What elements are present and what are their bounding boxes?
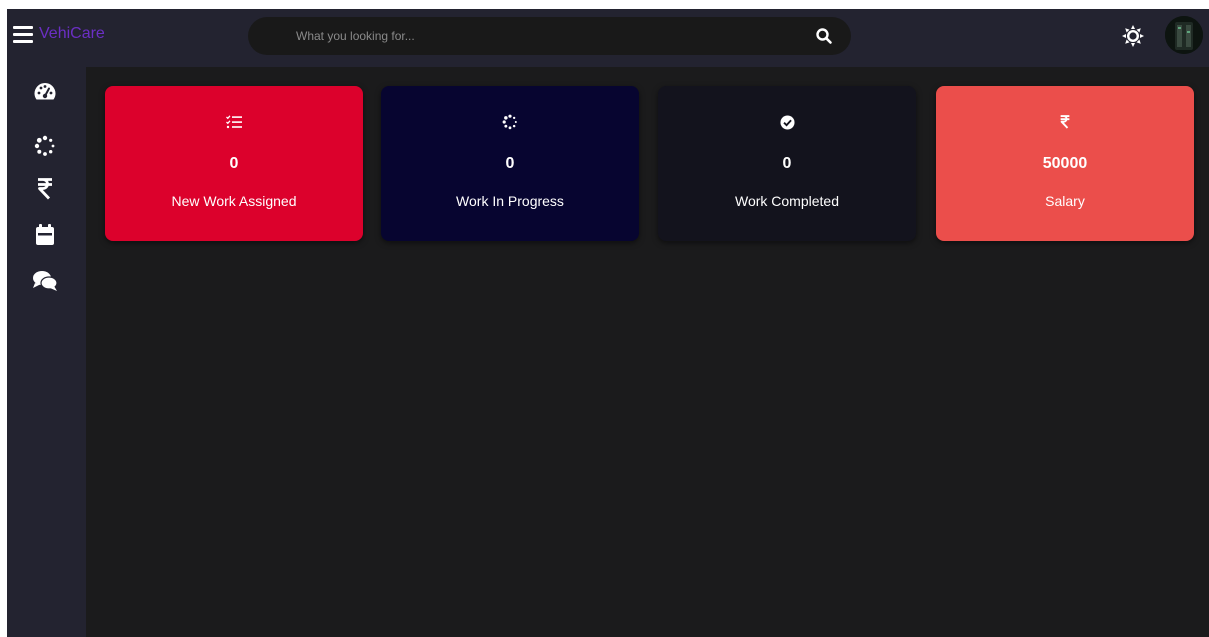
search-icon[interactable]: [815, 27, 833, 45]
brand-logo[interactable]: VehiCare: [39, 24, 105, 44]
theme-toggle-sun-icon[interactable]: [1122, 25, 1144, 47]
sidebar-item-progress[interactable]: [32, 133, 58, 159]
search-bar: [248, 17, 851, 55]
tachometer-icon: [34, 83, 56, 100]
comments-icon: [33, 271, 58, 291]
search-input[interactable]: [296, 17, 796, 55]
card-new-work-assigned[interactable]: 0 New Work Assigned: [105, 86, 363, 241]
card-label: Work In Progress: [456, 193, 564, 209]
spinner-icon: [502, 114, 517, 130]
menu-icon[interactable]: [13, 26, 33, 44]
card-work-in-progress[interactable]: 0 Work In Progress: [381, 86, 639, 241]
app-frame: VehiCare What you looking for... 0 New W…: [7, 9, 1209, 637]
card-work-completed[interactable]: 0 Work Completed: [658, 86, 916, 241]
sidebar-item-messages[interactable]: [32, 268, 58, 294]
calendar-icon: [36, 224, 54, 245]
sidebar: [7, 67, 86, 637]
spinner-icon: [34, 135, 55, 156]
top-bar: VehiCare: [7, 9, 1209, 67]
card-label: Work Completed: [734, 193, 839, 209]
card-value: 50000: [1042, 155, 1088, 172]
tasks-icon: [226, 115, 242, 129]
card-value: 0: [782, 155, 792, 172]
sidebar-item-dashboard[interactable]: [32, 79, 58, 105]
card-label: Salary: [1045, 193, 1085, 209]
sidebar-item-salary[interactable]: [32, 176, 58, 202]
card-label: New Work Assigned: [171, 193, 297, 209]
card-value: 0: [229, 155, 239, 172]
card-salary[interactable]: 50000 Salary: [936, 86, 1194, 241]
check-circle-icon: [779, 114, 795, 130]
sidebar-item-calendar[interactable]: [32, 222, 58, 248]
rupee-icon: [38, 178, 52, 200]
user-avatar[interactable]: [1165, 16, 1203, 54]
card-value: 0: [505, 155, 515, 172]
rupee-icon: [1060, 115, 1070, 129]
